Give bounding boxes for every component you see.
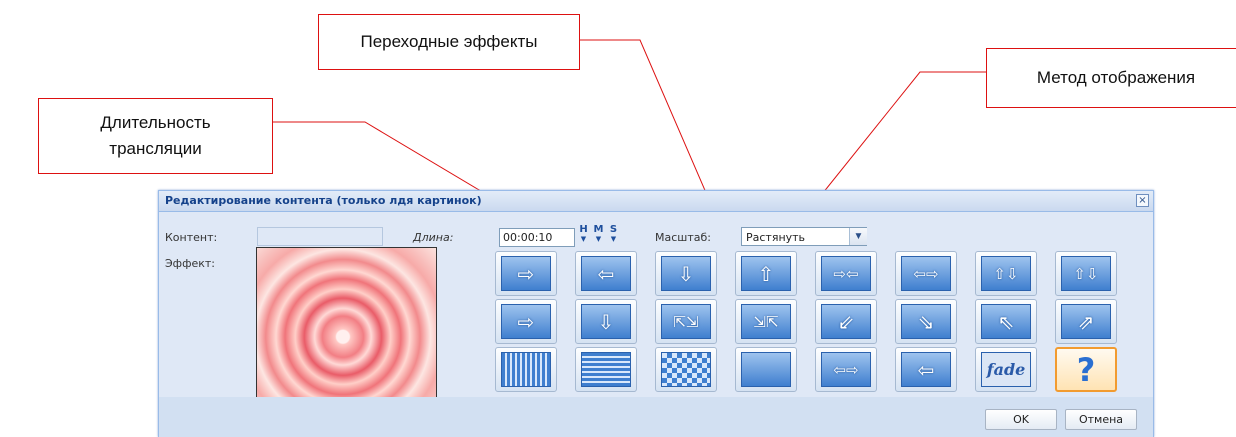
seconds-spin-button[interactable]: S ▼ [607, 225, 620, 245]
cancel-button[interactable]: Отмена [1065, 409, 1137, 430]
chevron-down-icon: ▼ [610, 235, 617, 243]
dialog-titlebar: Редактирование контента (только лдя карт… [159, 191, 1153, 212]
blinds-right-icon: ⇨ [501, 304, 551, 339]
callout-length-line1: Длительность [100, 113, 211, 132]
chevron-down-icon: ▼ [580, 235, 587, 243]
push-down-icon: ⇩ [661, 256, 711, 291]
effect-stairs-up-right[interactable]: ⇗ [1055, 299, 1117, 344]
effect-vertical-stripes[interactable] [495, 347, 557, 392]
effect-interleave[interactable]: ⇦⇨ [815, 347, 877, 392]
callout-display-method: Метод отображения [986, 48, 1236, 108]
effect-split-in-vertical[interactable]: ⇧⇩ [975, 251, 1037, 296]
effect-stairs-up-left[interactable]: ⇖ [975, 299, 1037, 344]
zoom-out-corners-icon: ⇱⇲ [661, 304, 711, 339]
seconds-label: S [609, 224, 618, 235]
scale-label: Масштаб: [655, 231, 711, 244]
effect-label: Эффект: [165, 257, 216, 270]
cover-left-icon: ⇦ [901, 352, 951, 387]
effect-blinds-down[interactable]: ⇩ [575, 299, 637, 344]
effect-split-out-horizontal[interactable]: ⇦⇨ [895, 251, 957, 296]
image-preview [256, 247, 437, 402]
edit-content-dialog: Редактирование контента (только лдя карт… [158, 190, 1154, 437]
effect-stairs-down-right[interactable]: ⇘ [895, 299, 957, 344]
zoom-in-corners-icon: ⇲⇱ [741, 304, 791, 339]
length-field[interactable]: 00:00:10 [499, 228, 575, 247]
effect-zoom-in-corners[interactable]: ⇲⇱ [735, 299, 797, 344]
ok-button[interactable]: OK [985, 409, 1057, 430]
close-button[interactable]: × [1136, 194, 1149, 207]
effect-split-out-vertical[interactable]: ⇧⇩ [1055, 251, 1117, 296]
minutes-label: M [593, 224, 604, 235]
split-out-vertical-icon: ⇧⇩ [1061, 256, 1111, 291]
effect-fade[interactable]: fade [975, 347, 1037, 392]
effect-push-right[interactable]: ⇨ [495, 251, 557, 296]
vertical-stripes-icon [501, 352, 551, 387]
effect-split-in-horizontal[interactable]: ⇨⇦ [815, 251, 877, 296]
push-right-icon: ⇨ [501, 256, 551, 291]
effect-cover-left[interactable]: ⇦ [895, 347, 957, 392]
effect-push-up[interactable]: ⇧ [735, 251, 797, 296]
blinds-down-icon: ⇩ [581, 304, 631, 339]
minutes-spin-button[interactable]: M ▼ [592, 225, 605, 245]
question-mark-icon: ? [1076, 350, 1096, 389]
stairs-down-right-icon: ⇘ [901, 304, 951, 339]
fade-icon: fade [981, 352, 1031, 387]
interleave-icon: ⇦⇨ [821, 352, 871, 387]
split-in-vertical-icon: ⇧⇩ [981, 256, 1031, 291]
effect-horizontal-stripes[interactable] [575, 347, 637, 392]
effect-push-down[interactable]: ⇩ [655, 251, 717, 296]
length-label: Длина: [413, 231, 454, 244]
push-left-icon: ⇦ [581, 256, 631, 291]
stairs-up-right-icon: ⇗ [1061, 304, 1111, 339]
effect-push-left[interactable]: ⇦ [575, 251, 637, 296]
content-label: Контент: [165, 231, 218, 244]
split-in-horizontal-icon: ⇨⇦ [821, 256, 871, 291]
push-up-icon: ⇧ [741, 256, 791, 291]
callout-broadcast-duration: Длительность трансляции [38, 98, 273, 174]
stairs-down-left-icon: ⇙ [821, 304, 871, 339]
solid-blue-icon [741, 352, 791, 387]
checkerboard-icon [661, 352, 711, 387]
stairs-up-left-icon: ⇖ [981, 304, 1031, 339]
callout-transition-effects: Переходные эффекты [318, 14, 580, 70]
callout-length-line2: трансляции [109, 139, 202, 158]
content-field[interactable] [257, 227, 383, 246]
chevron-down-icon[interactable]: ▼ [849, 228, 867, 245]
hours-label: H [579, 224, 588, 235]
effect-checkerboard[interactable] [655, 347, 717, 392]
effect-solid[interactable] [735, 347, 797, 392]
hours-spin-button[interactable]: H ▼ [577, 225, 590, 245]
dialog-title: Редактирование контента (только лдя карт… [165, 194, 482, 207]
effect-blinds-right[interactable]: ⇨ [495, 299, 557, 344]
chevron-down-icon: ▼ [595, 235, 602, 243]
effect-random[interactable]: ? [1055, 347, 1117, 392]
effect-stairs-down-left[interactable]: ⇙ [815, 299, 877, 344]
effect-zoom-out-corners[interactable]: ⇱⇲ [655, 299, 717, 344]
split-out-horizontal-icon: ⇦⇨ [901, 256, 951, 291]
horizontal-stripes-icon [581, 352, 631, 387]
